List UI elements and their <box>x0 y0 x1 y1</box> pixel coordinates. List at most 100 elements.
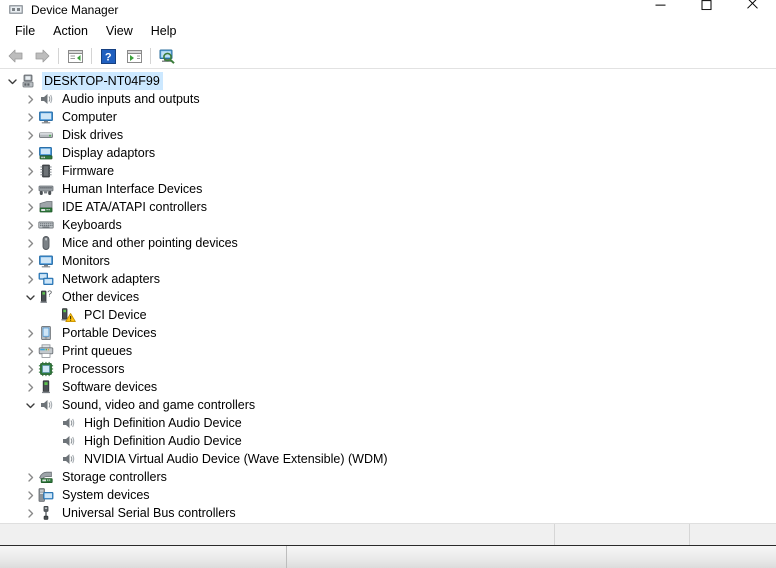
tree-node-portable-devices[interactable]: Portable Devices <box>0 324 776 342</box>
tree-node-label: High Definition Audio Device <box>84 416 242 430</box>
tree-node-sound-video-and-game-controllers[interactable]: Sound, video and game controllers <box>0 396 776 414</box>
menu-action[interactable]: Action <box>44 20 97 42</box>
maximize-button[interactable] <box>684 0 730 18</box>
tree-node-label: DESKTOP-NT04F99 <box>42 72 163 90</box>
menu-view[interactable]: View <box>97 20 142 42</box>
chevron-down-icon[interactable] <box>22 396 38 414</box>
back-button[interactable] <box>3 45 29 67</box>
monitor-icon <box>38 109 54 125</box>
minimize-button[interactable] <box>638 0 684 18</box>
disk-drive-icon <box>38 127 54 143</box>
tree-node-label: Software devices <box>62 380 158 394</box>
chevron-right-icon[interactable] <box>22 342 38 360</box>
speaker-icon <box>60 433 76 449</box>
tree-node-computer[interactable]: Computer <box>0 108 776 126</box>
toolbar-separator <box>150 48 151 64</box>
tree-node-label: Audio inputs and outputs <box>62 92 200 106</box>
chevron-right-icon[interactable] <box>22 378 38 396</box>
chevron-right-icon[interactable] <box>22 144 38 162</box>
chevron-right-icon[interactable] <box>22 180 38 198</box>
toolbar: ? <box>0 44 776 69</box>
tree-node-label: High Definition Audio Device <box>84 434 242 448</box>
chevron-right-icon[interactable] <box>22 252 38 270</box>
processor-icon <box>38 361 54 377</box>
speaker-icon <box>60 415 76 431</box>
printer-icon <box>38 343 54 359</box>
chevron-right-icon[interactable] <box>22 486 38 504</box>
status-pane-secondary <box>555 524 690 545</box>
chevron-right-icon[interactable] <box>22 162 38 180</box>
show-hide-console-tree-button[interactable] <box>62 45 88 67</box>
tree-node-audio-inputs-and-outputs[interactable]: Audio inputs and outputs <box>0 90 776 108</box>
tree-node-storage-controllers[interactable]: Storage controllers <box>0 468 776 486</box>
hid-icon <box>38 181 54 197</box>
tree-node-label: Monitors <box>62 254 110 268</box>
network-adapter-icon <box>38 271 54 287</box>
chevron-right-icon[interactable] <box>22 360 38 378</box>
tree-node-label: Disk drives <box>62 128 124 142</box>
forward-button[interactable] <box>29 45 55 67</box>
tree-node-software-devices[interactable]: Software devices <box>0 378 776 396</box>
tree-node-nvidia-virtual-audio-device[interactable]: NVIDIA Virtual Audio Device (Wave Extens… <box>0 450 776 468</box>
tree-node-universal-serial-bus-controllers[interactable]: Universal Serial Bus controllers <box>0 504 776 522</box>
menu-file[interactable]: File <box>6 20 44 42</box>
computer-node-icon <box>20 73 36 89</box>
chevron-right-icon[interactable] <box>22 90 38 108</box>
close-button[interactable] <box>730 0 776 18</box>
chevron-right-icon[interactable] <box>22 198 38 216</box>
tree-node-label: Print queues <box>62 344 133 358</box>
chevron-right-icon[interactable] <box>22 108 38 126</box>
chevron-right-icon[interactable] <box>22 504 38 522</box>
tree-node-print-queues[interactable]: Print queues <box>0 342 776 360</box>
help-button[interactable]: ? <box>95 45 121 67</box>
menu-bar: File Action View Help <box>0 18 776 44</box>
monitor-icon <box>38 253 54 269</box>
tree-node-ide-ata-atapi-controllers[interactable]: IDE ATA/ATAPI controllers <box>0 198 776 216</box>
chevron-right-icon[interactable] <box>22 234 38 252</box>
tree-node-high-definition-audio-device-1[interactable]: High Definition Audio Device <box>0 414 776 432</box>
tree-node-other-devices[interactable]: ? Other devices <box>0 288 776 306</box>
tree-node-processors[interactable]: Processors <box>0 360 776 378</box>
device-tree[interactable]: DESKTOP-NT04F99 Audio inputs and outputs <box>0 69 776 545</box>
firmware-chip-icon <box>38 163 54 179</box>
menu-help[interactable]: Help <box>142 20 186 42</box>
properties-button[interactable] <box>121 45 147 67</box>
chevron-right-icon[interactable] <box>22 324 38 342</box>
taskbar[interactable] <box>0 545 776 568</box>
tree-node-network-adapters[interactable]: Network adapters <box>0 270 776 288</box>
keyboard-icon <box>38 217 54 233</box>
tree-node-label: PCI Device <box>84 308 147 322</box>
chevron-right-icon[interactable] <box>22 270 38 288</box>
chevron-right-icon[interactable] <box>22 216 38 234</box>
tree-node-label: NVIDIA Virtual Audio Device (Wave Extens… <box>84 452 388 466</box>
tree-node-human-interface-devices[interactable]: Human Interface Devices <box>0 180 776 198</box>
tree-node-label: IDE ATA/ATAPI controllers <box>62 200 207 214</box>
chevron-right-icon[interactable] <box>22 126 38 144</box>
system-device-icon <box>38 487 54 503</box>
taskbar-divider <box>286 546 287 568</box>
tree-node-disk-drives[interactable]: Disk drives <box>0 126 776 144</box>
tree-node-label: Mice and other pointing devices <box>62 236 238 250</box>
tree-node-root[interactable]: DESKTOP-NT04F99 <box>0 72 776 90</box>
svg-text:?: ? <box>104 51 111 63</box>
scan-hardware-changes-button[interactable] <box>154 45 180 67</box>
status-pane-tertiary <box>690 524 776 545</box>
tree-node-display-adaptors[interactable]: Display adaptors <box>0 144 776 162</box>
tree-node-high-definition-audio-device-2[interactable]: High Definition Audio Device <box>0 432 776 450</box>
other-device-icon: ? <box>38 289 54 305</box>
tree-node-firmware[interactable]: Firmware <box>0 162 776 180</box>
software-device-icon <box>38 379 54 395</box>
status-pane-main <box>0 524 555 545</box>
tree-node-keyboards[interactable]: Keyboards <box>0 216 776 234</box>
tree-node-system-devices[interactable]: System devices <box>0 486 776 504</box>
tree-node-label: Portable Devices <box>62 326 157 340</box>
tree-node-mice-and-other-pointing-devices[interactable]: Mice and other pointing devices <box>0 234 776 252</box>
chevron-down-icon[interactable] <box>4 72 20 90</box>
tree-node-label: Network adapters <box>62 272 160 286</box>
tree-node-pci-device[interactable]: PCI Device <box>0 306 776 324</box>
device-manager-icon <box>8 1 24 17</box>
chevron-right-icon[interactable] <box>22 468 38 486</box>
tree-node-label: Keyboards <box>62 218 122 232</box>
tree-node-monitors[interactable]: Monitors <box>0 252 776 270</box>
chevron-down-icon[interactable] <box>22 288 38 306</box>
